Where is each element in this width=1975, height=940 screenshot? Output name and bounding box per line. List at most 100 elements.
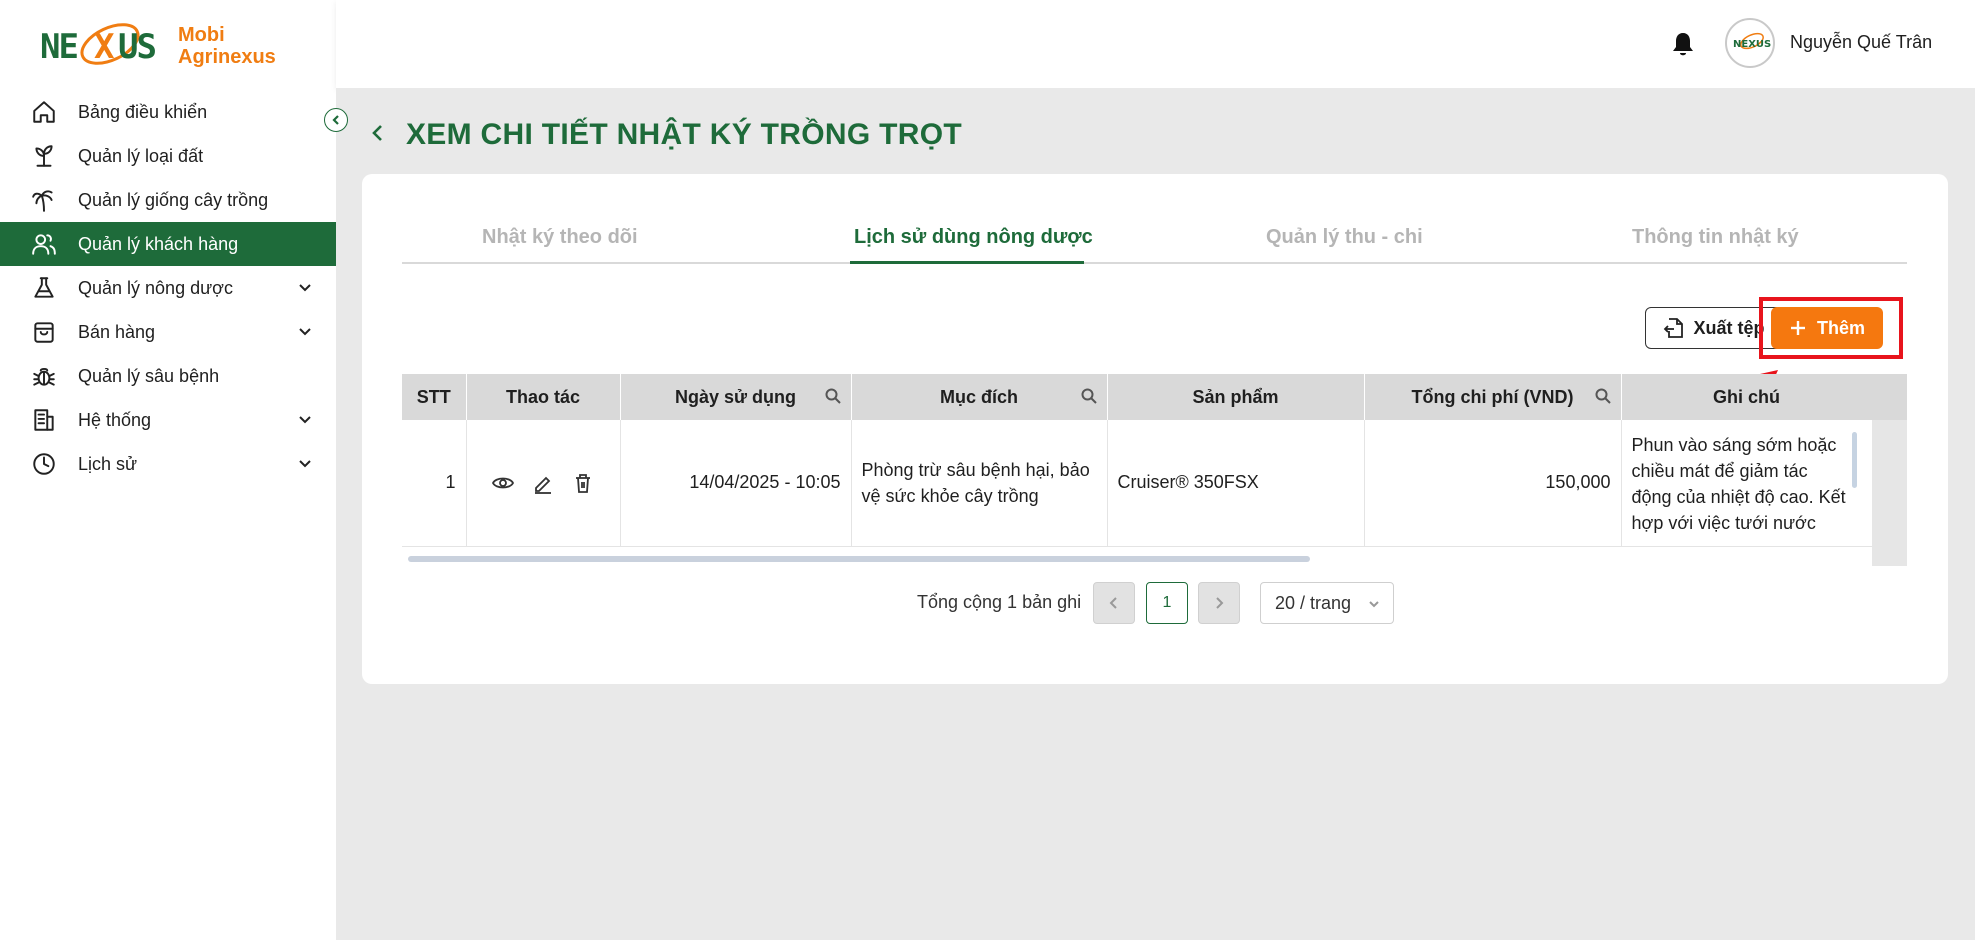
sidebar-item-pesticides[interactable]: Quản lý nông dược — [0, 266, 336, 310]
annotation-highlight-box — [1759, 297, 1903, 359]
logo[interactable]: NE X US Mobi Agrinexus — [38, 16, 298, 76]
building-icon — [30, 406, 58, 434]
users-icon — [30, 230, 58, 258]
column-header-label: Mục đích — [939, 386, 1018, 407]
sidebar-item-label: Quản lý giống cây trồng — [78, 189, 269, 210]
page-size-select[interactable]: 20 / trang — [1260, 582, 1394, 624]
search-icon[interactable] — [825, 388, 841, 404]
cell-purpose: Phòng trừ sâu bệnh hại, bảo vệ sức khỏe … — [851, 420, 1108, 547]
sidebar-item-pests[interactable]: Quản lý sâu bệnh — [0, 354, 336, 398]
sidebar-item-label: Hệ thống — [78, 409, 152, 430]
chevron-down-icon — [296, 410, 314, 428]
edit-icon[interactable] — [532, 472, 554, 494]
column-header-note: Ghi chú — [1621, 374, 1873, 420]
cell-stt: 1 — [402, 420, 467, 547]
page-size-value: 20 / trang — [1275, 592, 1352, 613]
column-header-total-cost[interactable]: Tổng chi phí (VND) — [1364, 374, 1622, 420]
bell-icon[interactable] — [1670, 30, 1696, 58]
clock-icon — [30, 450, 58, 478]
cell-date: 14/04/2025 - 10:05 — [620, 420, 852, 547]
user-name[interactable]: Nguyễn Quế Trân — [1790, 32, 1932, 53]
table-horizontal-scrollbar[interactable] — [408, 556, 1310, 562]
view-icon[interactable] — [491, 472, 515, 494]
svg-text:NE: NE — [40, 27, 77, 67]
tab-tracking-log[interactable]: Nhật ký theo dõi — [482, 226, 638, 249]
table-row: 1 14/04/2025 - 10:05 Phòng trừ sâu bệnh … — [402, 420, 1907, 547]
chevron-right-icon — [1216, 597, 1224, 609]
pesticide-history-table: STT Thao tác Ngày sử dụng Mục đích Sản p… — [402, 374, 1907, 566]
sidebar-item-label: Quản lý khách hàng — [78, 233, 239, 254]
tab-income-expense[interactable]: Quản lý thu - chi — [1266, 226, 1423, 249]
bug-icon — [30, 362, 58, 390]
flask-icon — [30, 274, 58, 302]
active-tab-indicator — [850, 261, 1084, 264]
sidebar-item-dashboard[interactable]: Bảng điều khiển — [0, 90, 336, 134]
column-header-date[interactable]: Ngày sử dụng — [620, 374, 852, 420]
column-header-label: Tổng chi phí (VND) — [1411, 386, 1574, 407]
shopping-bag-icon — [30, 318, 58, 346]
chevron-left-icon — [372, 125, 382, 141]
search-icon[interactable] — [1595, 388, 1611, 404]
sidebar-item-label: Quản lý nông dược — [78, 277, 233, 298]
column-header-product: Sản phẩm — [1107, 374, 1365, 420]
page-number-button[interactable]: 1 — [1146, 582, 1188, 624]
sidebar-item-label: Bảng điều khiển — [78, 101, 208, 122]
sidebar-item-system[interactable]: Hệ thống — [0, 398, 336, 442]
cell-total-cost: 150,000 — [1364, 420, 1622, 547]
note-vertical-scrollbar[interactable] — [1852, 432, 1857, 488]
pagination: Tổng cộng 1 bản ghi 1 20 / trang — [362, 582, 1948, 626]
nexus-logo-icon: NE X US — [40, 23, 157, 67]
sidebar-menu: Bảng điều khiển Quản lý loại đất Quản lý… — [0, 90, 336, 486]
tab-log-info[interactable]: Thông tin nhật ký — [1632, 226, 1799, 249]
sprout-icon — [30, 142, 58, 170]
avatar-text: NEXUS — [1733, 39, 1771, 50]
column-header-purpose[interactable]: Mục đích — [851, 374, 1108, 420]
avatar[interactable]: NEXUS — [1725, 18, 1775, 68]
next-page-button[interactable] — [1198, 582, 1240, 624]
cell-actions — [466, 420, 621, 547]
sidebar-item-crop-varieties[interactable]: Quản lý giống cây trồng — [0, 178, 336, 222]
delete-icon[interactable] — [572, 472, 594, 494]
palm-tree-icon — [30, 186, 58, 214]
brand-line1: Mobi — [178, 24, 225, 46]
sidebar-item-label: Quản lý loại đất — [78, 145, 204, 166]
chevron-down-icon — [296, 278, 314, 296]
search-icon[interactable] — [1081, 388, 1097, 404]
sidebar: NE X US Mobi Agrinexus Bảng điều khiển Q… — [0, 0, 348, 940]
chevron-left-icon — [332, 115, 339, 125]
home-icon — [30, 98, 58, 126]
table-header-row: STT Thao tác Ngày sử dụng Mục đích Sản p… — [402, 374, 1907, 420]
sidebar-collapse-button[interactable] — [324, 108, 348, 132]
total-records: Tổng cộng 1 bản ghi — [917, 592, 1082, 612]
column-header-spacer — [1872, 374, 1907, 420]
sidebar-item-label: Quản lý sâu bệnh — [78, 365, 220, 386]
column-header-stt: STT — [402, 374, 467, 420]
main-content: XEM CHI TIẾT NHẬT KÝ TRỒNG TRỌT Nhật ký … — [336, 88, 1975, 940]
chevron-left-icon — [1109, 597, 1117, 609]
column-header-actions: Thao tác — [466, 374, 621, 420]
sidebar-item-customers[interactable]: Quản lý khách hàng — [0, 222, 336, 266]
avatar-logo-icon: NEXUS — [1730, 23, 1771, 63]
export-button-label: Xuất tệp — [1693, 317, 1765, 338]
svg-text:US: US — [118, 27, 155, 67]
column-header-label: Ngày sử dụng — [674, 386, 797, 407]
prev-page-button[interactable] — [1093, 582, 1135, 624]
sidebar-item-history[interactable]: Lịch sử — [0, 442, 336, 486]
sidebar-item-soil-types[interactable]: Quản lý loại đất — [0, 134, 336, 178]
cell-note: Phun vào sáng sớm hoặc chiều mát để giảm… — [1621, 420, 1873, 547]
svg-text:X: X — [94, 27, 115, 67]
page-header: XEM CHI TIẾT NHẬT KÝ TRỒNG TRỌT — [368, 118, 962, 152]
brand-name: Mobi Agrinexus — [178, 24, 276, 68]
chevron-down-icon — [296, 454, 314, 472]
detail-card: Nhật ký theo dõi Lịch sử dùng nông dược … — [362, 174, 1948, 684]
note-text: Phun vào sáng sớm hoặc chiều mát để giảm… — [1631, 435, 1846, 533]
chevron-down-icon — [1369, 601, 1379, 608]
file-export-icon — [1664, 318, 1684, 338]
row-actions — [477, 472, 610, 494]
tab-pesticide-history[interactable]: Lịch sử dùng nông dược — [854, 226, 1093, 249]
tab-bar: Nhật ký theo dõi Lịch sử dùng nông dược … — [402, 214, 1907, 264]
page-title: XEM CHI TIẾT NHẬT KÝ TRỒNG TRỌT — [406, 118, 962, 151]
sidebar-item-sales[interactable]: Bán hàng — [0, 310, 336, 354]
back-button[interactable] — [368, 123, 392, 147]
brand-line2: Agrinexus — [178, 46, 276, 68]
